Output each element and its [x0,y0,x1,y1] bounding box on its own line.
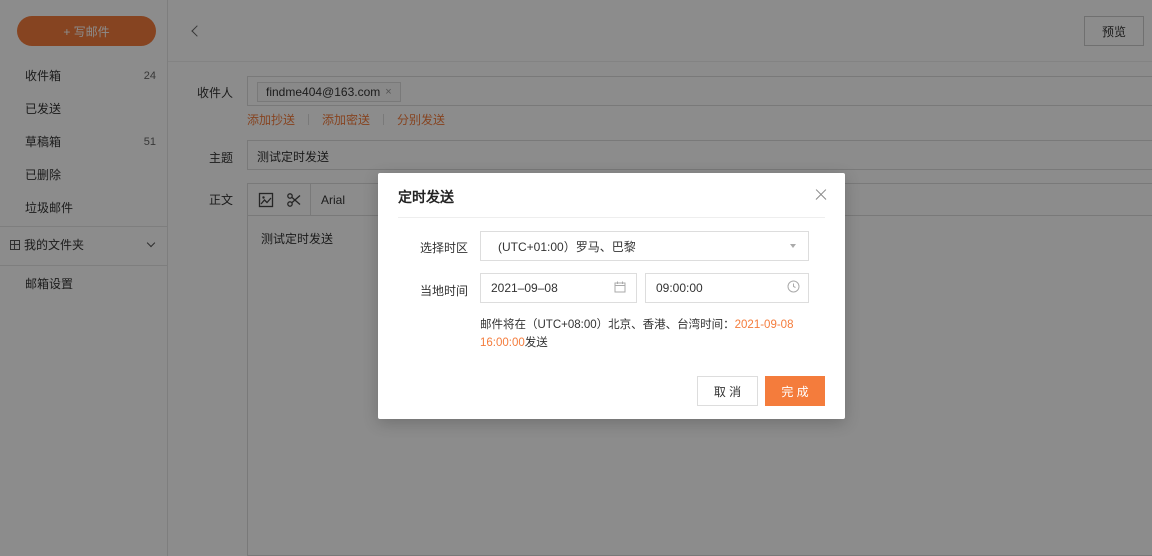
date-picker[interactable]: 2021–09–08 [480,273,637,303]
time-picker[interactable]: 09:00:00 [645,273,809,303]
divider [398,217,825,218]
info-prefix: 邮件将在（UTC+08:00）北京、香港、台湾时间： [480,319,735,331]
time-value: 09:00:00 [656,281,703,295]
caret-down-icon [790,244,796,248]
schedule-send-dialog: 定时发送 选择时区 (UTC+01:00）罗马、巴黎 当地时间 2021–09–… [378,173,845,419]
close-icon[interactable] [813,187,829,203]
confirm-button[interactable]: 完 成 [765,376,825,406]
calendar-icon [614,281,626,296]
clock-icon [787,280,800,296]
send-time-info: 邮件将在（UTC+08:00）北京、香港、台湾时间：2021-09-08 16:… [480,316,810,352]
timezone-select[interactable]: (UTC+01:00）罗马、巴黎 [480,231,809,261]
cancel-button[interactable]: 取 消 [697,376,758,406]
timezone-value: (UTC+01:00）罗马、巴黎 [498,239,636,254]
local-time-label: 当地时间 [419,284,468,298]
dialog-title: 定时发送 [398,189,454,205]
info-suffix: 发送 [524,337,548,349]
timezone-label: 选择时区 [419,241,468,255]
date-value: 2021–09–08 [491,281,558,295]
